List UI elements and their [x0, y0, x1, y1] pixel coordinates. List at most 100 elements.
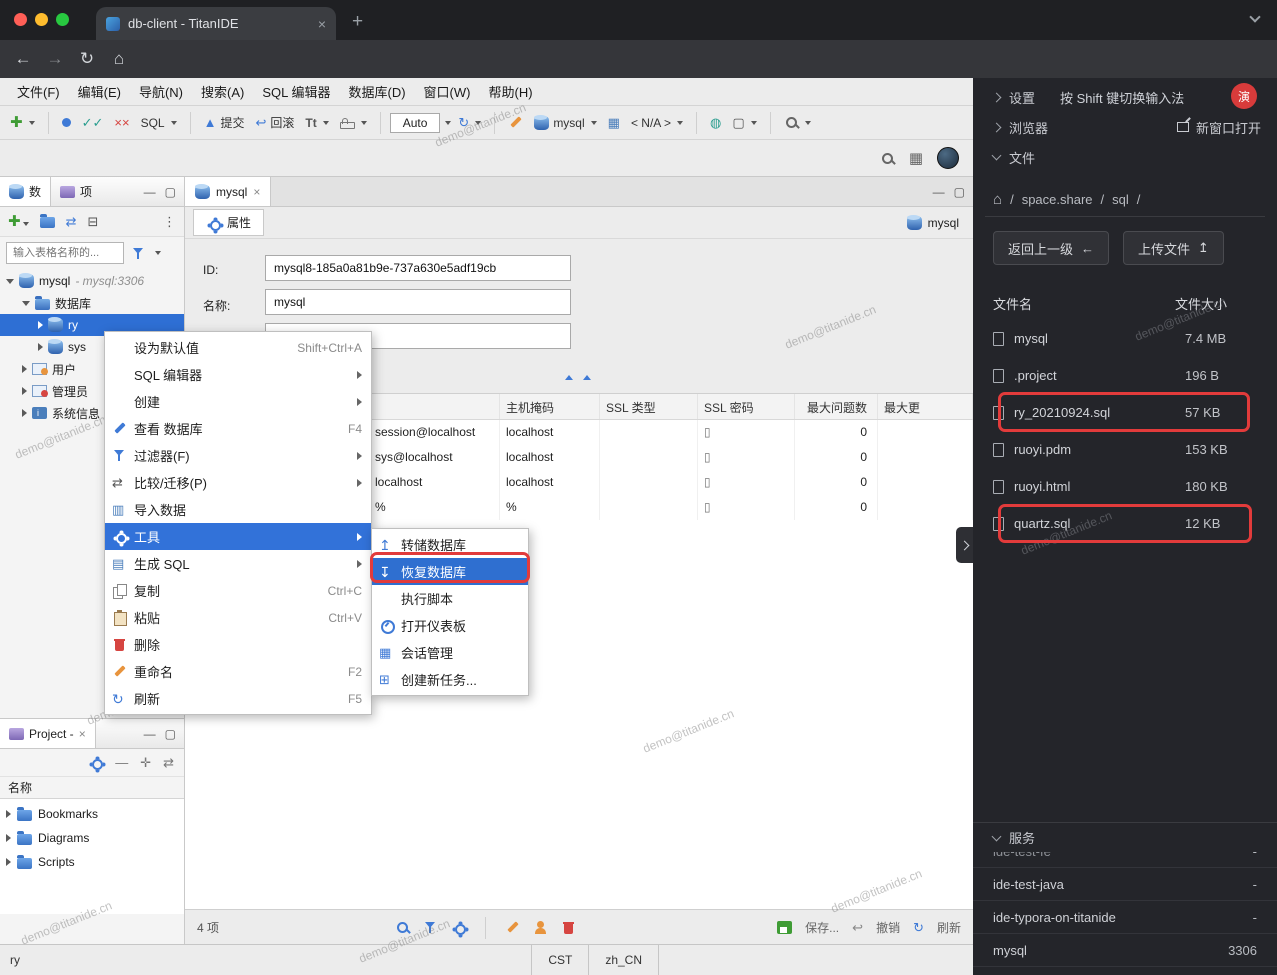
tab-databases[interactable]: 数	[0, 177, 52, 206]
collapse-icon[interactable]: —	[115, 755, 128, 770]
service-row-ide-test-java[interactable]: ide-test-java -	[973, 868, 1277, 901]
window-layout-dropdown[interactable]: ▢	[728, 113, 760, 132]
maximize-editor-icon[interactable]: ▢	[954, 185, 965, 199]
minimize-window-button[interactable]	[35, 13, 48, 26]
schema-selector[interactable]: < N/A >	[627, 113, 687, 133]
submenu-item-open-dashboard[interactable]: 打开仪表板	[372, 612, 528, 639]
browser-tab[interactable]: db-client - TitanIDE ×	[96, 7, 336, 40]
breadcrumb-sql[interactable]: sql	[1112, 192, 1129, 207]
reload-icon[interactable]: ↻	[74, 49, 100, 69]
project-item-scripts[interactable]: Scripts	[0, 850, 184, 874]
edit-connection-icon[interactable]	[504, 112, 527, 133]
commit-mode-icon[interactable]: ✓✓	[78, 113, 108, 132]
grid-filter-icon[interactable]	[423, 920, 438, 935]
col-max-questions[interactable]: 最大问题数	[795, 394, 878, 419]
zoom-window-button[interactable]	[56, 13, 69, 26]
menu-item-generate-sql[interactable]: ▤ 生成 SQL	[105, 550, 371, 577]
refresh-dropdown[interactable]: ↻	[454, 113, 485, 132]
perspective-icon[interactable]: ▦	[909, 151, 923, 166]
refresh-label[interactable]: 刷新	[937, 919, 961, 936]
refresh-icon[interactable]: ↻	[913, 921, 924, 934]
menu-item-rename[interactable]: 重命名 F2	[105, 658, 371, 685]
breadcrumb-space-share[interactable]: space.share	[1022, 192, 1093, 207]
table-filter-input[interactable]	[6, 242, 124, 264]
connection-pin-icon[interactable]	[58, 115, 75, 130]
menu-search[interactable]: 搜索(A)	[192, 82, 253, 101]
collapse-all-icon[interactable]: ⊟	[87, 214, 98, 230]
save-label[interactable]: 保存...	[805, 919, 839, 936]
menu-item-set-default[interactable]: 设为默认值 Shift+Ctrl+A	[105, 334, 371, 361]
tab-search-chevron-icon[interactable]	[1249, 11, 1261, 23]
edit-row-icon[interactable]	[505, 920, 520, 935]
close-window-button[interactable]	[14, 13, 27, 26]
service-row-ide-typora[interactable]: ide-typora-on-titanide -	[973, 901, 1277, 934]
dbeaver-globe-icon[interactable]	[937, 147, 959, 169]
name-field[interactable]	[265, 289, 571, 315]
col-host-mask[interactable]: 主机掩码	[500, 394, 600, 419]
menu-item-view-database[interactable]: 查看 数据库 F4	[105, 415, 371, 442]
panel-collapse-handle[interactable]	[956, 527, 973, 563]
sql-dropdown[interactable]: SQL	[137, 113, 181, 133]
undo-label[interactable]: 撤销	[876, 919, 900, 936]
connection-badge[interactable]: mysql	[906, 214, 965, 230]
maximize-panel-icon[interactable]: ▢	[165, 185, 176, 199]
grid-settings-icon[interactable]	[451, 920, 467, 935]
menu-item-compare-migrate[interactable]: ⇄ 比较/迁移(P)	[105, 469, 371, 496]
file-row-ruoyi-pdm[interactable]: ruoyi.pdm 153 KB	[973, 431, 1277, 468]
add-connection-icon[interactable]: ✚	[8, 214, 29, 229]
menu-navigate[interactable]: 导航(N)	[130, 82, 192, 101]
sidebar-section-files[interactable]: 文件	[973, 142, 1277, 172]
toolbar-search-icon[interactable]	[780, 112, 815, 133]
menu-file[interactable]: 文件(F)	[8, 82, 69, 101]
quick-search-icon[interactable]	[880, 151, 895, 166]
file-row-ruoyi-html[interactable]: ruoyi.html 180 KB	[973, 468, 1277, 505]
home-icon[interactable]: ⌂	[993, 191, 1002, 208]
delete-row-icon[interactable]	[561, 920, 576, 935]
forward-icon[interactable]: →	[42, 49, 68, 69]
grid-search-icon[interactable]	[395, 920, 410, 935]
file-row-mysql[interactable]: mysql 7.4 MB	[973, 320, 1277, 357]
col-ssl-type[interactable]: SSL 类型	[600, 394, 698, 419]
file-row-quartz-sql[interactable]: quartz.sql 12 KB	[973, 505, 1277, 542]
new-tab-button[interactable]: +	[352, 11, 363, 33]
auto-commit-box[interactable]: Auto	[389, 112, 441, 133]
catalog-grid-icon[interactable]: ▦	[604, 113, 624, 132]
rollback-mode-icon[interactable]: ××	[110, 113, 133, 132]
menu-item-import-data[interactable]: ▥ 导入数据	[105, 496, 371, 523]
auto-commit-caret[interactable]	[445, 120, 452, 125]
minimize-panel-icon[interactable]: —	[144, 185, 156, 199]
sync-selection-icon[interactable]: ⇄	[66, 214, 77, 230]
section-collapse-arrows[interactable]	[565, 375, 591, 380]
menu-item-paste[interactable]: 粘贴 Ctrl+V	[105, 604, 371, 631]
project-item-diagrams[interactable]: Diagrams	[0, 826, 184, 850]
back-up-level-button[interactable]: 返回上一级 ←	[993, 231, 1110, 265]
menu-item-copy[interactable]: 复制 Ctrl+C	[105, 577, 371, 604]
menu-window[interactable]: 窗口(W)	[415, 82, 480, 101]
open-new-window-button[interactable]: 新窗口打开	[1176, 118, 1261, 137]
menu-edit[interactable]: 编辑(E)	[69, 82, 130, 101]
link-editor-icon[interactable]: ⇄	[163, 755, 174, 771]
file-row-project[interactable]: .project 196 B	[973, 357, 1277, 394]
project-tab-close-icon[interactable]: ×	[79, 727, 86, 741]
menu-item-refresh[interactable]: ↻ 刷新 F5	[105, 685, 371, 712]
sidebar-section-services[interactable]: 服务	[973, 822, 1277, 852]
commit-button[interactable]: ▲ 提交	[200, 111, 249, 134]
menu-sql-editor[interactable]: SQL 编辑器	[253, 82, 339, 101]
menu-item-sql-editor[interactable]: SQL 编辑器	[105, 361, 371, 388]
expand-icon[interactable]: ✛	[140, 755, 151, 771]
add-user-icon[interactable]	[533, 920, 548, 935]
menu-item-filter[interactable]: 过滤器(F)	[105, 442, 371, 469]
filter-funnel-icon[interactable]	[131, 246, 146, 261]
transaction-mode-dropdown[interactable]: Tt	[301, 113, 332, 133]
readonly-lock-dropdown[interactable]	[336, 113, 371, 132]
minimize-editor-icon[interactable]: —	[933, 185, 945, 199]
filter-caret[interactable]	[155, 251, 161, 255]
menu-item-delete[interactable]: 删除	[105, 631, 371, 658]
maximize-project-icon[interactable]: ▢	[165, 727, 176, 741]
submenu-item-session-manager[interactable]: ▦ 会话管理	[372, 639, 528, 666]
file-row-ry-sql[interactable]: ry_20210924.sql 57 KB	[973, 394, 1277, 431]
network-globe-icon[interactable]: ◍	[706, 113, 725, 132]
col-max-updates[interactable]: 最大更	[878, 394, 973, 419]
menu-database[interactable]: 数据库(D)	[340, 82, 415, 101]
tab-close-icon[interactable]: ×	[318, 16, 326, 32]
